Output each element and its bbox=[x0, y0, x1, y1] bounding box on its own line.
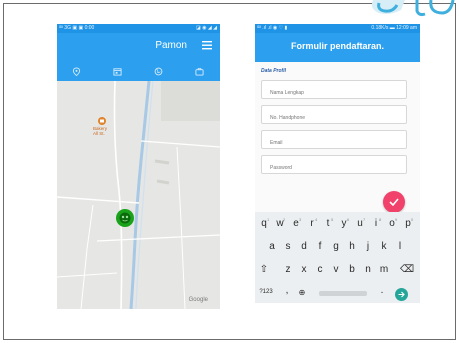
key-s[interactable]: s bbox=[282, 241, 294, 252]
symbols-key[interactable]: ?123 bbox=[257, 289, 275, 295]
status-left-text: ᴵᴰᴵ .ıl .ıl ◉ ♡ ▮ bbox=[257, 25, 288, 31]
app-bar: Pamon bbox=[57, 33, 220, 62]
key-d[interactable]: d bbox=[298, 241, 310, 252]
backspace-key[interactable]: ⌫ bbox=[400, 264, 414, 275]
briefcase-icon bbox=[195, 67, 204, 76]
key-r[interactable]: r bbox=[306, 218, 318, 229]
space-bar[interactable] bbox=[319, 291, 367, 296]
full-name-input[interactable] bbox=[262, 84, 400, 102]
key-x[interactable]: x bbox=[298, 264, 310, 275]
globe-icon bbox=[154, 67, 163, 76]
map-pin-icon bbox=[72, 67, 81, 76]
map-screen: ᴵᴰᴵ 3G ▣ ▣ 0:00 ◪ ◉ ◢ ◢ Pamon Bakery All… bbox=[57, 24, 220, 309]
poi-label: Bakery All St. bbox=[93, 126, 108, 136]
tab-briefcase[interactable] bbox=[180, 62, 220, 81]
key-v[interactable]: v bbox=[330, 264, 342, 275]
key-l[interactable]: l bbox=[394, 241, 406, 252]
key-g[interactable]: g bbox=[330, 241, 342, 252]
globe-key-icon[interactable]: ⊕ bbox=[296, 288, 308, 297]
form-title: Formulir pendaftaran. bbox=[290, 41, 384, 51]
key-t[interactable]: t bbox=[322, 218, 334, 229]
shift-key[interactable]: ⇧ bbox=[258, 264, 270, 275]
arrow-right-icon bbox=[398, 291, 405, 298]
enter-key[interactable] bbox=[395, 288, 408, 301]
status-left-text: ᴵᴰᴵ 3G ▣ ▣ 0:00 bbox=[59, 25, 95, 31]
status-right-text: 0.18K/s ▬ 12:09 am bbox=[371, 25, 417, 31]
key-n[interactable]: n bbox=[362, 264, 374, 275]
phone-field[interactable] bbox=[261, 105, 407, 127]
key-w[interactable]: w bbox=[274, 218, 286, 229]
key-y[interactable]: y bbox=[338, 218, 350, 229]
current-location-marker-icon[interactable] bbox=[116, 209, 134, 227]
hamburger-menu-icon[interactable] bbox=[202, 39, 212, 51]
calendar-icon bbox=[113, 68, 122, 76]
registration-screen: ᴵᴰᴵ .ıl .ıl ◉ ♡ ▮ 0.18K/s ▬ 12:09 am For… bbox=[255, 24, 420, 303]
bakery-poi-icon[interactable] bbox=[98, 117, 106, 125]
tab-location[interactable] bbox=[57, 62, 97, 81]
comma-key[interactable]: , bbox=[281, 285, 293, 296]
map-view[interactable]: Bakery All St. Google bbox=[57, 81, 220, 309]
key-i[interactable]: i bbox=[370, 218, 382, 229]
key-q[interactable]: q bbox=[258, 218, 270, 229]
password-input[interactable] bbox=[262, 159, 400, 177]
status-bar: ᴵᴰᴵ .ıl .ıl ◉ ♡ ▮ 0.18K/s ▬ 12:09 am bbox=[255, 24, 420, 33]
key-c[interactable]: c bbox=[314, 264, 326, 275]
key-j[interactable]: j bbox=[362, 241, 374, 252]
password-field[interactable] bbox=[261, 155, 407, 177]
key-o[interactable]: o bbox=[386, 218, 398, 229]
period-key[interactable]: . bbox=[376, 285, 388, 296]
tab-calendar[interactable] bbox=[98, 62, 138, 81]
tab-globe[interactable] bbox=[139, 62, 179, 81]
google-logo: Google bbox=[188, 297, 208, 303]
soft-keyboard: 1 2 3 4 5 6 7 8 9 0 q w e r t y u i o p … bbox=[255, 212, 420, 303]
status-bar: ᴵᴰᴵ 3G ▣ ▣ 0:00 ◪ ◉ ◢ ◢ bbox=[57, 24, 220, 33]
key-z[interactable]: z bbox=[282, 264, 294, 275]
corner-logo-fragment bbox=[339, 0, 459, 20]
tab-bar bbox=[57, 62, 220, 81]
key-h[interactable]: h bbox=[346, 241, 358, 252]
phone-input[interactable] bbox=[262, 109, 400, 127]
check-icon bbox=[389, 198, 399, 206]
status-right-text: ◪ ◉ ◢ ◢ bbox=[196, 25, 217, 31]
key-b[interactable]: b bbox=[346, 264, 358, 275]
key-a[interactable]: a bbox=[266, 241, 278, 252]
key-e[interactable]: e bbox=[290, 218, 302, 229]
full-name-field[interactable] bbox=[261, 80, 407, 102]
key-k[interactable]: k bbox=[378, 241, 390, 252]
key-p[interactable]: p bbox=[402, 218, 414, 229]
key-u[interactable]: u bbox=[354, 218, 366, 229]
key-f[interactable]: f bbox=[314, 241, 326, 252]
app-bar: Formulir pendaftaran. bbox=[255, 33, 420, 62]
key-m[interactable]: m bbox=[378, 264, 390, 275]
email-input[interactable] bbox=[262, 134, 400, 152]
section-label: Data Profil bbox=[261, 68, 287, 74]
app-title: Pamon bbox=[155, 40, 187, 51]
submit-fab-button[interactable] bbox=[383, 191, 405, 213]
email-field[interactable] bbox=[261, 130, 407, 152]
map-roads bbox=[57, 81, 220, 309]
